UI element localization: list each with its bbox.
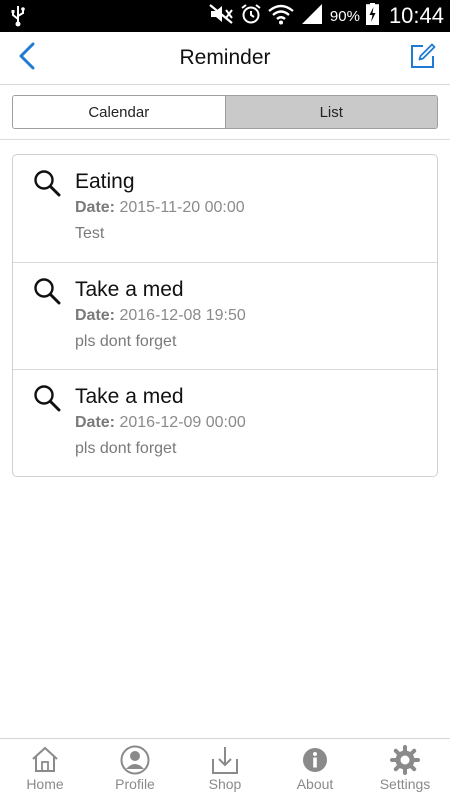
bottom-tab-bar: Home Profile Shop About Settings xyxy=(0,738,450,800)
tab-profile[interactable]: Profile xyxy=(90,739,180,800)
tab-settings[interactable]: Settings xyxy=(360,739,450,800)
reminder-date: Date: 2016-12-08 19:50 xyxy=(75,307,246,325)
date-value: 2015-11-20 00:00 xyxy=(119,199,245,216)
home-icon xyxy=(30,739,60,778)
reminder-item[interactable]: Take a med Date: 2016-12-08 19:50 pls do… xyxy=(13,262,437,369)
segment-list[interactable]: List xyxy=(224,96,437,128)
tab-label: Home xyxy=(26,776,64,792)
search-icon xyxy=(33,384,61,412)
download-icon xyxy=(210,739,240,780)
reminder-title: Take a med xyxy=(75,385,184,408)
reminder-date: Date: 2015-11-20 00:00 xyxy=(75,199,245,217)
view-segmented-control: Calendar List xyxy=(12,95,438,129)
page-title: Reminder xyxy=(179,46,271,69)
compose-icon xyxy=(410,43,436,74)
date-label: Date: xyxy=(75,414,116,431)
reminder-title: Take a med xyxy=(75,278,184,301)
app-header: Reminder xyxy=(0,32,450,85)
segment-calendar[interactable]: Calendar xyxy=(13,96,225,128)
clock: 10:44 xyxy=(388,3,444,28)
gear-icon xyxy=(390,739,420,780)
mute-icon xyxy=(208,3,234,30)
date-label: Date: xyxy=(75,307,116,324)
tab-label: Shop xyxy=(208,776,242,792)
info-icon xyxy=(300,739,330,780)
battery-percent: 90% xyxy=(329,7,360,25)
reminder-list: Eating Date: 2015-11-20 00:00 Test Take … xyxy=(12,154,438,477)
reminder-title: Eating xyxy=(75,170,135,193)
tab-label: About xyxy=(296,776,334,792)
status-bar: 90% 10:44 xyxy=(0,0,450,32)
usb-icon xyxy=(10,5,26,32)
profile-icon xyxy=(120,739,150,780)
battery-charging-icon xyxy=(365,2,379,30)
reminder-item[interactable]: Take a med Date: 2016-12-09 00:00 pls do… xyxy=(13,369,437,476)
reminder-item[interactable]: Eating Date: 2015-11-20 00:00 Test xyxy=(13,155,437,262)
reminder-date: Date: 2016-12-09 00:00 xyxy=(75,414,246,432)
tab-home[interactable]: Home xyxy=(0,739,90,800)
tab-about[interactable]: About xyxy=(270,739,360,800)
tab-label: Settings xyxy=(379,776,431,792)
reminder-note: pls dont forget xyxy=(75,440,177,457)
date-value: 2016-12-08 19:50 xyxy=(119,307,246,324)
reminder-note: pls dont forget xyxy=(75,333,177,350)
tab-shop[interactable]: Shop xyxy=(180,739,270,800)
search-icon xyxy=(33,169,61,197)
date-label: Date: xyxy=(75,199,116,216)
divider xyxy=(0,139,450,140)
tab-label: Profile xyxy=(115,776,155,792)
wifi-icon xyxy=(268,3,294,30)
alarm-icon xyxy=(240,3,262,30)
reminder-note: Test xyxy=(75,225,105,242)
compose-button[interactable] xyxy=(408,42,438,74)
date-value: 2016-12-09 00:00 xyxy=(119,414,246,431)
search-icon xyxy=(33,277,61,305)
signal-icon xyxy=(300,3,324,30)
